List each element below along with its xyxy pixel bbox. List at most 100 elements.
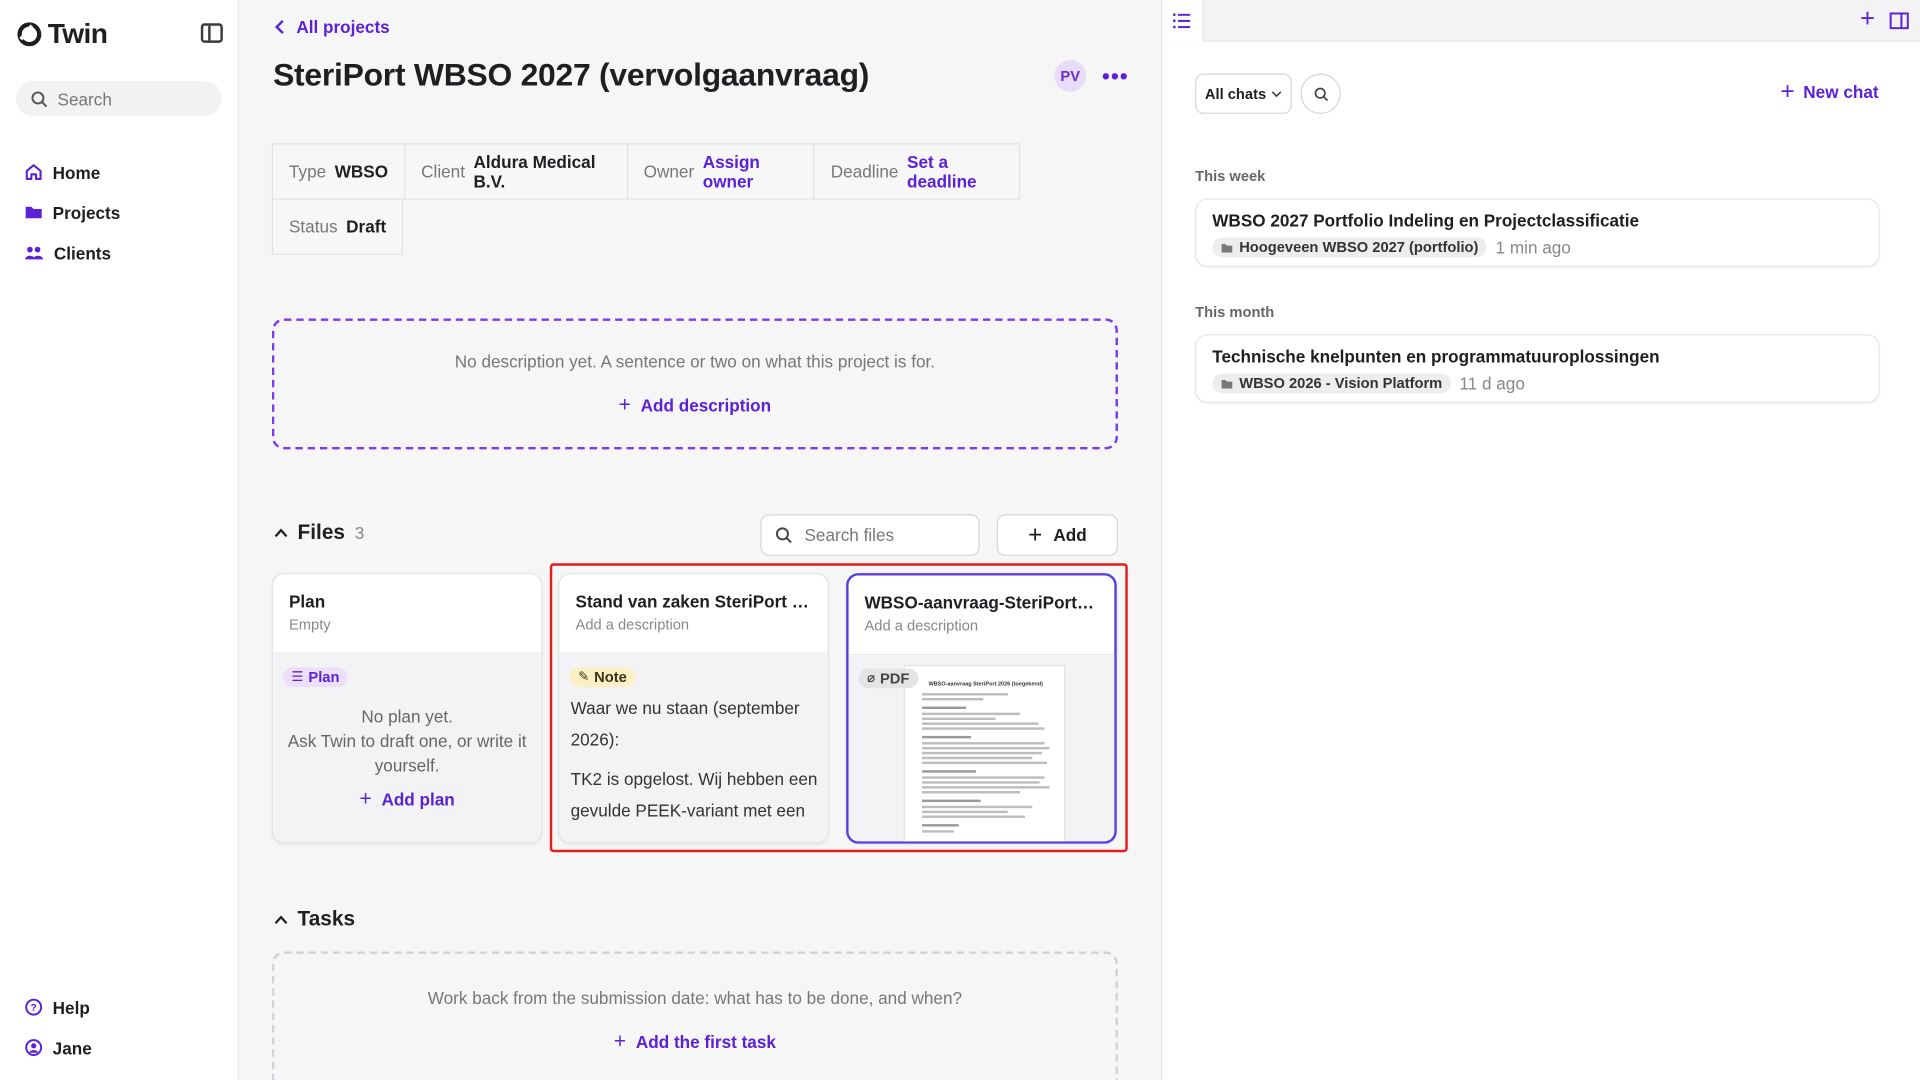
user-circle-icon (25, 1039, 43, 1056)
app-logo[interactable]: Twin (16, 17, 108, 50)
nav-label-help: Help (52, 997, 90, 1017)
file-card-title: Stand van zaken SteriPort se... (575, 591, 812, 612)
file-card-subtitle: Empty (288, 615, 331, 634)
chat-title: WBSO 2027 Portfolio Indeling en Projectc… (1212, 210, 1640, 231)
chat-project-tag-label: Hoogeveen WBSO 2027 (portfolio) (1239, 238, 1479, 256)
search-files-placeholder: Search files (804, 525, 895, 545)
back-to-projects-link[interactable]: All projects (274, 17, 390, 37)
nav-label-projects: Projects (52, 202, 121, 223)
tasks-section-header[interactable]: Tasks (274, 907, 355, 931)
chat-filter-select[interactable]: All chats (1195, 73, 1292, 114)
add-file-label: Add (1053, 525, 1087, 545)
note-badge: ✎ Note (569, 666, 636, 687)
file-card-pdf[interactable]: WBSO-aanvraag-SteriPort-20... Add a desc… (846, 573, 1117, 844)
nav-item-projects[interactable]: Projects (24, 192, 120, 232)
prop-client[interactable]: Client Aldura Medical B.V. (403, 143, 628, 200)
prop-deadline[interactable]: Deadline Set a deadline (813, 143, 1021, 200)
page-title: SteriPort WBSO 2027 (vervolgaanvraag) (273, 56, 870, 94)
prop-type-key: Type (288, 161, 327, 182)
plus-icon: + (613, 1029, 627, 1054)
home-icon (25, 164, 42, 180)
nav-item-help[interactable]: ? Help (24, 987, 91, 1027)
folder-icon (25, 206, 42, 219)
new-chat-label: New chat (1803, 82, 1879, 102)
add-plan-button[interactable]: + Add plan (283, 787, 532, 811)
users-icon (25, 246, 43, 260)
chevron-up-icon (274, 915, 288, 925)
nav-item-clients[interactable]: Clients (24, 233, 120, 273)
assign-owner-link[interactable]: Assign owner (703, 152, 798, 191)
search-files-input[interactable]: Search files (760, 514, 980, 556)
project-properties: Type WBSO Client Aldura Medical B.V. Own… (271, 143, 1021, 255)
prop-type-value: WBSO (334, 161, 389, 182)
pdf-badge-label: PDF (879, 669, 910, 687)
sidebar-bottom: ? Help Jane (24, 987, 92, 1068)
tasks-empty-state: Work back from the submission date: what… (271, 951, 1118, 1080)
chat-group-label: This month (1195, 303, 1275, 321)
paperclip-icon: ⌀ (866, 671, 876, 686)
chat-list-tab[interactable] (1162, 0, 1204, 42)
plan-badge-label: Plan (308, 667, 340, 686)
chat-item[interactable]: WBSO 2027 Portfolio Indeling en Projectc… (1195, 198, 1880, 267)
chat-time-ago: 1 min ago (1495, 237, 1571, 258)
more-options-icon[interactable]: ••• (1102, 64, 1129, 90)
nav-label-home: Home (52, 162, 101, 182)
avatar[interactable]: PV (1054, 60, 1087, 92)
logo-text: Twin (47, 17, 108, 49)
add-first-task-label: Add the first task (635, 1032, 776, 1052)
nav-item-user[interactable]: Jane (24, 1027, 92, 1067)
project-main: All projects SteriPort WBSO 2027 (vervol… (240, 0, 1161, 1080)
prop-client-value: Aldura Medical B.V. (473, 151, 596, 192)
prop-owner[interactable]: Owner Assign owner (626, 143, 815, 200)
tasks-hint: Work back from the submission date: what… (427, 988, 963, 1008)
chevron-down-icon (1271, 90, 1282, 97)
search-icon (1314, 87, 1328, 101)
back-label: All projects (296, 17, 390, 37)
prop-deadline-key: Deadline (830, 161, 899, 182)
prop-status-value: Draft (346, 216, 387, 237)
chat-filter-label: All chats (1204, 85, 1267, 103)
chat-search-button[interactable] (1300, 73, 1341, 114)
sidebar-search-placeholder: Search (57, 88, 112, 109)
add-plan-label: Add plan (381, 789, 455, 810)
file-card-note[interactable]: Stand van zaken SteriPort se... Add a de… (558, 573, 829, 844)
prop-owner-key: Owner (643, 161, 695, 182)
plus-icon: + (359, 787, 372, 811)
sidebar: Twin Search Home Projects Clients ? Help… (0, 0, 239, 1080)
files-section-header[interactable]: Files 3 (274, 520, 364, 544)
new-chat-button[interactable]: + New chat (1780, 80, 1879, 104)
nav-item-home[interactable]: Home (24, 152, 120, 192)
sidebar-search[interactable]: Search (15, 80, 222, 117)
panel-layout-icon[interactable] (1889, 12, 1909, 30)
note-badge-label: Note (594, 667, 627, 686)
add-file-button[interactable]: + Add (996, 514, 1118, 556)
new-tab-plus-icon[interactable]: + (1860, 6, 1875, 33)
add-description-button[interactable]: + Add description (619, 392, 771, 416)
prop-status[interactable]: Status Draft (271, 198, 404, 255)
folder-icon (1221, 243, 1233, 252)
chat-project-tag[interactable]: WBSO 2026 - Vision Platform (1212, 373, 1451, 394)
file-card-subtitle: Add a description (575, 615, 690, 634)
chat-time-ago: 11 d ago (1459, 373, 1525, 394)
chat-item[interactable]: Technische knelpunten en programmatuurop… (1195, 334, 1880, 403)
chat-project-tag[interactable]: Hoogeveen WBSO 2027 (portfolio) (1212, 237, 1487, 258)
prop-status-key: Status (288, 216, 338, 237)
note-preview-line2: TK2 is opgelost. Wij hebben een gevulde … (570, 768, 818, 821)
pdf-badge: ⌀ PDF (858, 667, 918, 688)
edit-icon: ✎ (577, 669, 590, 685)
add-first-task-button[interactable]: + Add the first task (614, 1030, 776, 1054)
prop-type[interactable]: Type WBSO (271, 143, 406, 200)
collapse-sidebar-icon[interactable] (200, 23, 223, 43)
chat-title: Technische knelpunten en programmatuurop… (1212, 346, 1660, 367)
file-card-plan[interactable]: Plan Empty ☰ Plan No plan yet. Ask Twin … (271, 573, 543, 844)
help-icon: ? (25, 998, 43, 1016)
set-deadline-link[interactable]: Set a deadline (907, 152, 1003, 191)
list-icon: ☰ (291, 669, 304, 685)
chat-project-tag-label: WBSO 2026 - Vision Platform (1239, 374, 1443, 392)
plus-icon: + (618, 392, 631, 416)
svg-text:?: ? (31, 1003, 37, 1014)
search-icon (31, 90, 48, 107)
chat-panel: + All chats + New chat This week WBSO 20… (1160, 0, 1920, 1080)
files-heading: Files (297, 520, 346, 544)
file-card-title: WBSO-aanvraag-SteriPort-20... (864, 592, 1099, 613)
